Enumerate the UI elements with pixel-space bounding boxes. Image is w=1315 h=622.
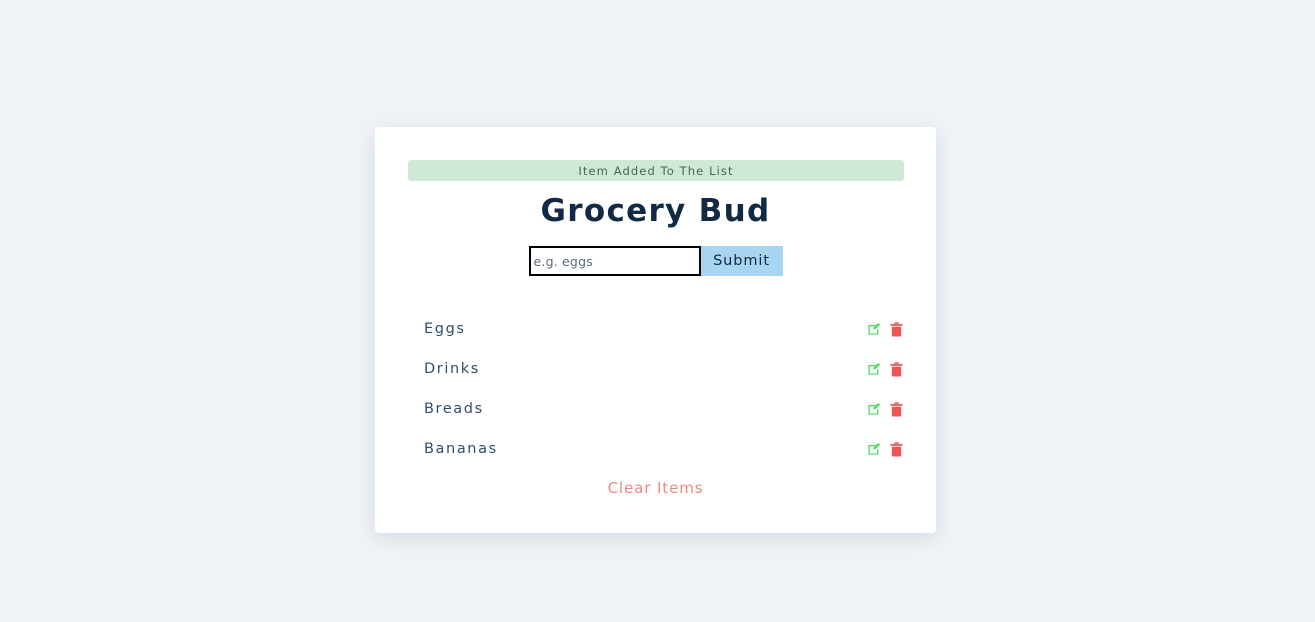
alert-message: Item Added To The List [578,163,734,178]
trash-can-icon[interactable] [889,321,903,337]
clear-items-button[interactable]: Clear Items [375,479,936,497]
edit-pencil-square-icon[interactable] [867,321,881,337]
list-item: Drinks [424,349,903,389]
submit-button[interactable]: Submit [700,246,783,276]
app-root: Item Added To The List Grocery Bud Submi… [0,0,1315,622]
list-item-label: Drinks [424,361,480,377]
status-alert: Item Added To The List [408,160,904,181]
list-item: Bananas [424,429,903,469]
list-item-label: Bananas [424,441,498,457]
list-item-actions [867,361,903,377]
grocery-card: Item Added To The List Grocery Bud Submi… [375,127,936,533]
trash-can-icon[interactable] [889,401,903,417]
trash-can-icon[interactable] [889,361,903,377]
list-item-actions [867,401,903,417]
list-item-label: Eggs [424,321,466,337]
list-item-actions [867,441,903,457]
trash-can-icon[interactable] [889,441,903,457]
list-item-label: Breads [424,401,484,417]
edit-pencil-square-icon[interactable] [867,441,881,457]
grocery-input[interactable] [528,246,701,276]
edit-pencil-square-icon[interactable] [867,401,881,417]
list-item: Breads [424,389,903,429]
list-item: Eggs [424,309,903,349]
page-title: Grocery Bud [540,193,771,229]
add-item-form: Submit [375,246,936,276]
list-item-actions [867,321,903,337]
grocery-list: Eggs Drinks Breads Bananas [375,309,936,469]
grocery-list-container: Eggs Drinks Breads Bananas [375,309,936,469]
edit-pencil-square-icon[interactable] [867,361,881,377]
